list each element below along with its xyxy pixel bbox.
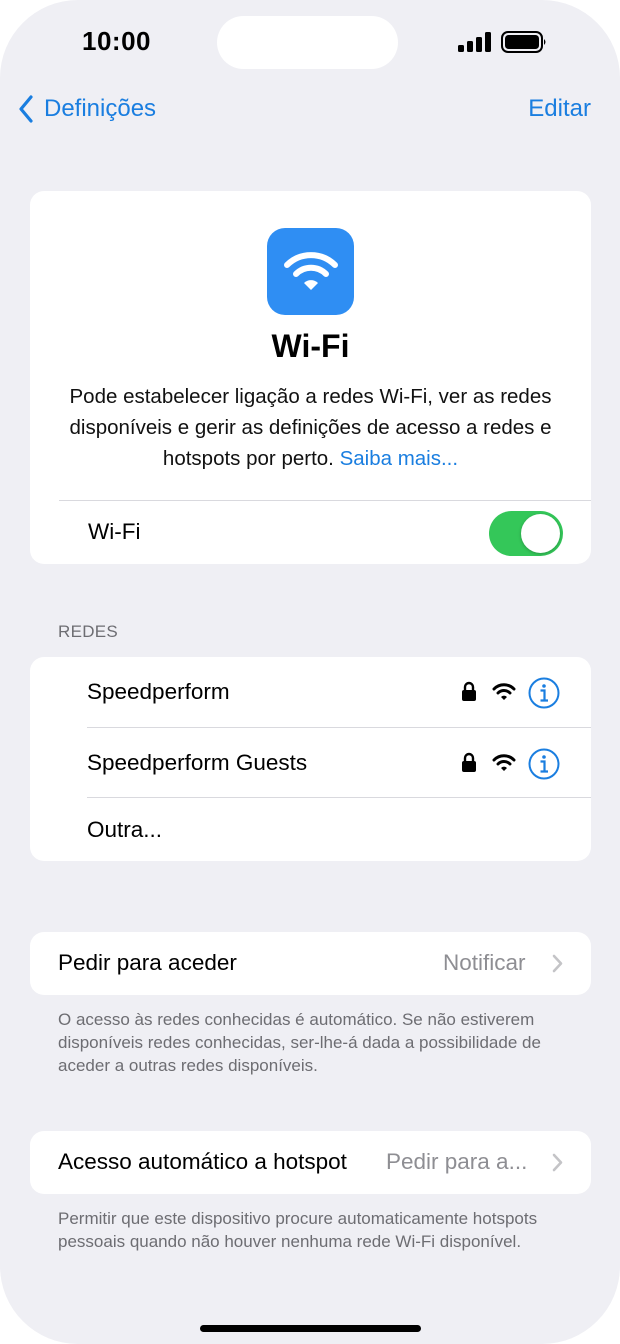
chevron-right-icon: [552, 1153, 563, 1172]
wifi-signal-icon: [492, 754, 516, 771]
wifi-intro-card: Wi-Fi Pode estabelecer ligação a redes W…: [30, 191, 591, 564]
home-indicator[interactable]: [200, 1325, 421, 1332]
wifi-toggle[interactable]: [489, 511, 563, 556]
networks-list: Speedperform Speedperform Guests Outra..…: [30, 657, 591, 861]
networks-section-header: REDES: [58, 622, 119, 641]
cellular-signal-icon: [458, 32, 491, 52]
learn-more-link[interactable]: Saiba mais...: [340, 447, 459, 470]
chevron-left-icon: [19, 95, 33, 123]
phone-screen: 10:00 Definições Editar Wi-Fi Pode estab…: [0, 0, 620, 1344]
divider: [87, 797, 591, 798]
network-name: Speedperform: [87, 679, 230, 704]
status-time: 10:00: [82, 26, 151, 56]
lock-icon: [462, 752, 476, 772]
wifi-signal-icon: [492, 683, 516, 700]
auto-hotspot-footnote: Permitir que este dispositivo procure au…: [58, 1209, 538, 1251]
wifi-description: Pode estabelecer ligação a redes Wi-Fi, …: [52, 381, 569, 474]
wifi-app-icon: [267, 228, 354, 315]
ask-to-join-footnote: O acesso às redes conhecidas é automátic…: [58, 1010, 541, 1075]
back-button[interactable]: Definições: [18, 93, 156, 125]
wifi-toggle-label: Wi-Fi: [88, 519, 141, 544]
ask-to-join-label: Pedir para aceder: [58, 950, 237, 975]
auto-hotspot-value: Pedir para a...: [386, 1149, 528, 1174]
toggle-knob: [521, 514, 560, 553]
dynamic-island: [217, 16, 398, 69]
back-button-label: Definições: [44, 95, 157, 122]
info-icon[interactable]: [528, 677, 560, 709]
network-name: Speedperform Guests: [87, 750, 308, 775]
network-row-speedperform[interactable]: Speedperform: [30, 657, 591, 727]
auto-hotspot-row[interactable]: Acesso automático a hotspot Pedir para a…: [30, 1131, 591, 1194]
auto-hotspot-label: Acesso automático a hotspot: [58, 1149, 347, 1174]
network-row-speedperform-guests[interactable]: Speedperform Guests: [30, 728, 591, 798]
ask-to-join-row[interactable]: Pedir para aceder Notificar: [30, 932, 591, 995]
page-title: Wi-Fi: [271, 328, 350, 364]
chevron-right-icon: [552, 954, 563, 973]
divider: [59, 500, 591, 501]
edit-button[interactable]: Editar: [528, 95, 591, 123]
lock-icon: [462, 681, 476, 701]
battery-icon: [501, 31, 546, 53]
other-network-button[interactable]: Outra...: [87, 817, 162, 843]
ask-to-join-value: Notificar: [443, 950, 526, 975]
wifi-description-text: Pode estabelecer ligação a redes Wi-Fi, …: [69, 385, 552, 470]
info-icon[interactable]: [528, 748, 560, 780]
